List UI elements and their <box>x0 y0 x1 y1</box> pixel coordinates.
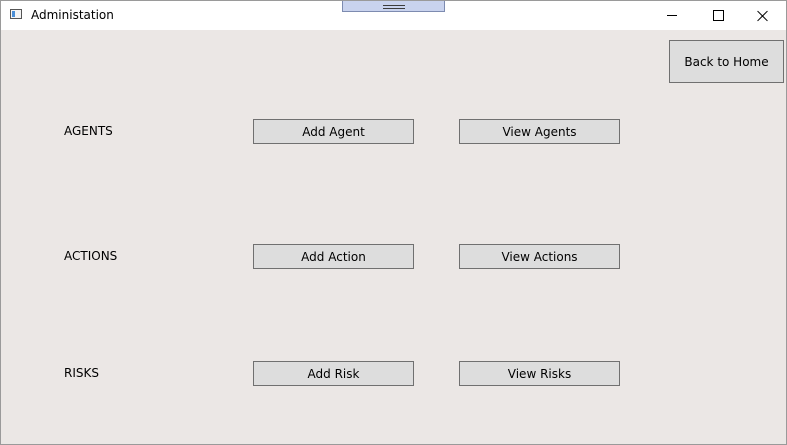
close-icon <box>757 10 769 22</box>
minimize-icon <box>667 15 677 16</box>
drag-handle-icon[interactable] <box>342 1 445 12</box>
close-button[interactable] <box>740 1 786 30</box>
add-risk-button[interactable]: Add Risk <box>253 361 414 386</box>
maximize-button[interactable] <box>695 1 741 30</box>
section-label-agents: AGENTS <box>64 124 113 138</box>
view-actions-button[interactable]: View Actions <box>459 244 620 269</box>
title-bar[interactable]: Administation <box>1 1 786 30</box>
administration-window: Administation Back to Home AGENTS Add Ag… <box>0 0 787 445</box>
add-agent-button[interactable]: Add Agent <box>253 119 414 144</box>
back-to-home-button[interactable]: Back to Home <box>669 40 784 83</box>
view-risks-button[interactable]: View Risks <box>459 361 620 386</box>
window-title: Administation <box>31 8 114 22</box>
view-agents-button[interactable]: View Agents <box>459 119 620 144</box>
section-label-risks: RISKS <box>64 366 99 380</box>
add-action-button[interactable]: Add Action <box>253 244 414 269</box>
content-area: Back to Home AGENTS Add Agent View Agent… <box>1 30 786 444</box>
app-window-icon <box>10 9 22 19</box>
section-label-actions: ACTIONS <box>64 249 118 263</box>
maximize-icon <box>712 10 724 21</box>
minimize-button[interactable] <box>649 1 695 30</box>
